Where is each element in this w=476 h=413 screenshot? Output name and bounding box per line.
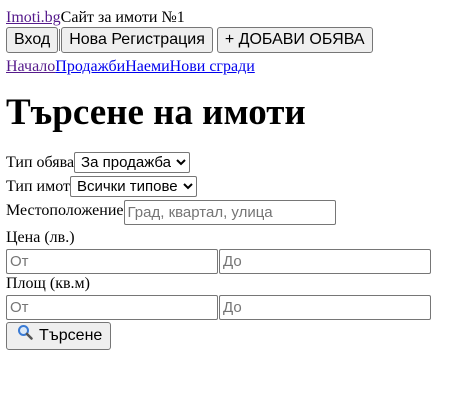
area-label: Площ (кв.м): [6, 275, 90, 292]
listing-type-row: Тип обява За продажба: [6, 152, 476, 176]
page-title: Търсене на имоти: [6, 92, 306, 133]
site-tagline: Сайт за имоти №1: [60, 9, 185, 26]
button-divider: [59, 29, 61, 51]
location-input[interactable]: [123, 200, 336, 225]
magnifier-icon: [17, 323, 33, 349]
property-type-select[interactable]: Всички типове: [69, 176, 197, 197]
location-row: Местоположение: [6, 200, 476, 227]
main-nav: НачалоПродажбиНаемиНови сгради: [6, 57, 476, 77]
search-form: Тип обява За продажба Тип имот Всички типо…: [6, 152, 476, 350]
auth-bar: Вход Нова Регистрация + ДОБАВИ ОБЯВА: [6, 27, 476, 55]
property-type-row: Тип имот Всички типове: [6, 176, 476, 200]
price-to-input[interactable]: [219, 249, 431, 274]
add-listing-button[interactable]: + ДОБАВИ ОБЯВА: [216, 27, 373, 53]
site-header: Imoti.bgСайт за имоти №1: [6, 8, 476, 29]
listing-type-label: Тип обява: [6, 154, 75, 171]
location-label: Местоположение: [6, 202, 124, 219]
area-range: [6, 295, 476, 320]
price-from-input[interactable]: [6, 249, 218, 274]
nav-item-sales[interactable]: Продажби: [55, 58, 125, 75]
nav-item-home[interactable]: Начало: [6, 58, 55, 75]
nav-item-rentals[interactable]: Наеми: [125, 58, 169, 75]
register-button[interactable]: Нова Регистрация: [61, 27, 213, 53]
area-from-input[interactable]: [6, 295, 218, 320]
price-label: Цена (лв.): [6, 229, 75, 246]
logo-link[interactable]: Imoti.bg: [6, 9, 61, 26]
listing-type-select[interactable]: За продажба: [74, 152, 191, 173]
search-button-label: Търсене: [39, 327, 103, 345]
price-range: [6, 249, 476, 274]
search-button[interactable]: Търсене: [6, 322, 112, 350]
property-type-label: Тип имот: [6, 178, 70, 195]
area-to-input[interactable]: [219, 295, 431, 320]
login-button[interactable]: Вход: [6, 27, 59, 53]
nav-item-new-buildings[interactable]: Нови сгради: [170, 58, 255, 75]
